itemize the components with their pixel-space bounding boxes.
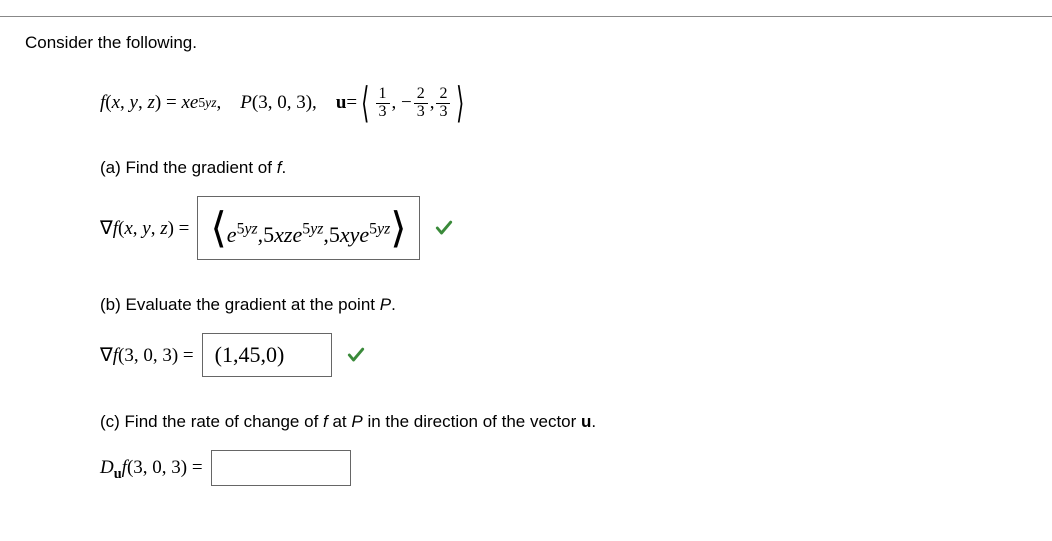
u-label: u — [336, 92, 347, 114]
point-value: (3, 0, 3), — [252, 92, 317, 114]
separator: , — [217, 92, 241, 114]
part-b-label: (b) Evaluate the gradient at the point P… — [100, 295, 1027, 315]
u-vector: ⟨ 1 3 , − 2 3 , 2 3 ⟩ — [357, 78, 469, 128]
nabla-symbol: ∇ — [100, 218, 113, 239]
part-a-label: (a) Find the gradient of f. — [100, 158, 1027, 178]
part-b-answer-row: ∇f(3, 0, 3) = (1,45,0) — [100, 333, 1027, 377]
nabla-symbol: ∇ — [100, 345, 113, 366]
u-eq: = — [346, 92, 357, 114]
part-a-answer-row: ∇f(x, y, z) = ⟨e5yz,5xze5yz,5xye5yz⟩ — [100, 196, 1027, 260]
problem-definition: f (x, y, z) = xe 5yz , P (3, 0, 3), u = … — [100, 78, 1027, 128]
check-icon — [346, 345, 366, 365]
part-a-answer-value: ⟨e5yz,5xze5yz,5xye5yz⟩ — [210, 203, 406, 253]
part-b-answer-input[interactable]: (1,45,0) — [202, 333, 332, 377]
part-c-label: (c) Find the rate of change of f at P in… — [100, 412, 1027, 432]
part-a-answer-input[interactable]: ⟨e5yz,5xze5yz,5xye5yz⟩ — [197, 196, 419, 260]
spacer — [317, 92, 336, 114]
function-args: (x, y, z) = xe — [105, 92, 198, 114]
check-icon — [434, 218, 454, 238]
part-c-answer-input[interactable] — [211, 450, 351, 486]
part-c-answer-row: Duf(3, 0, 3) = — [100, 450, 1027, 486]
part-b-answer-value: (1,45,0) — [215, 342, 285, 368]
intro-text: Consider the following. — [25, 33, 1027, 53]
point-label: P — [240, 92, 252, 114]
divider — [0, 16, 1052, 17]
